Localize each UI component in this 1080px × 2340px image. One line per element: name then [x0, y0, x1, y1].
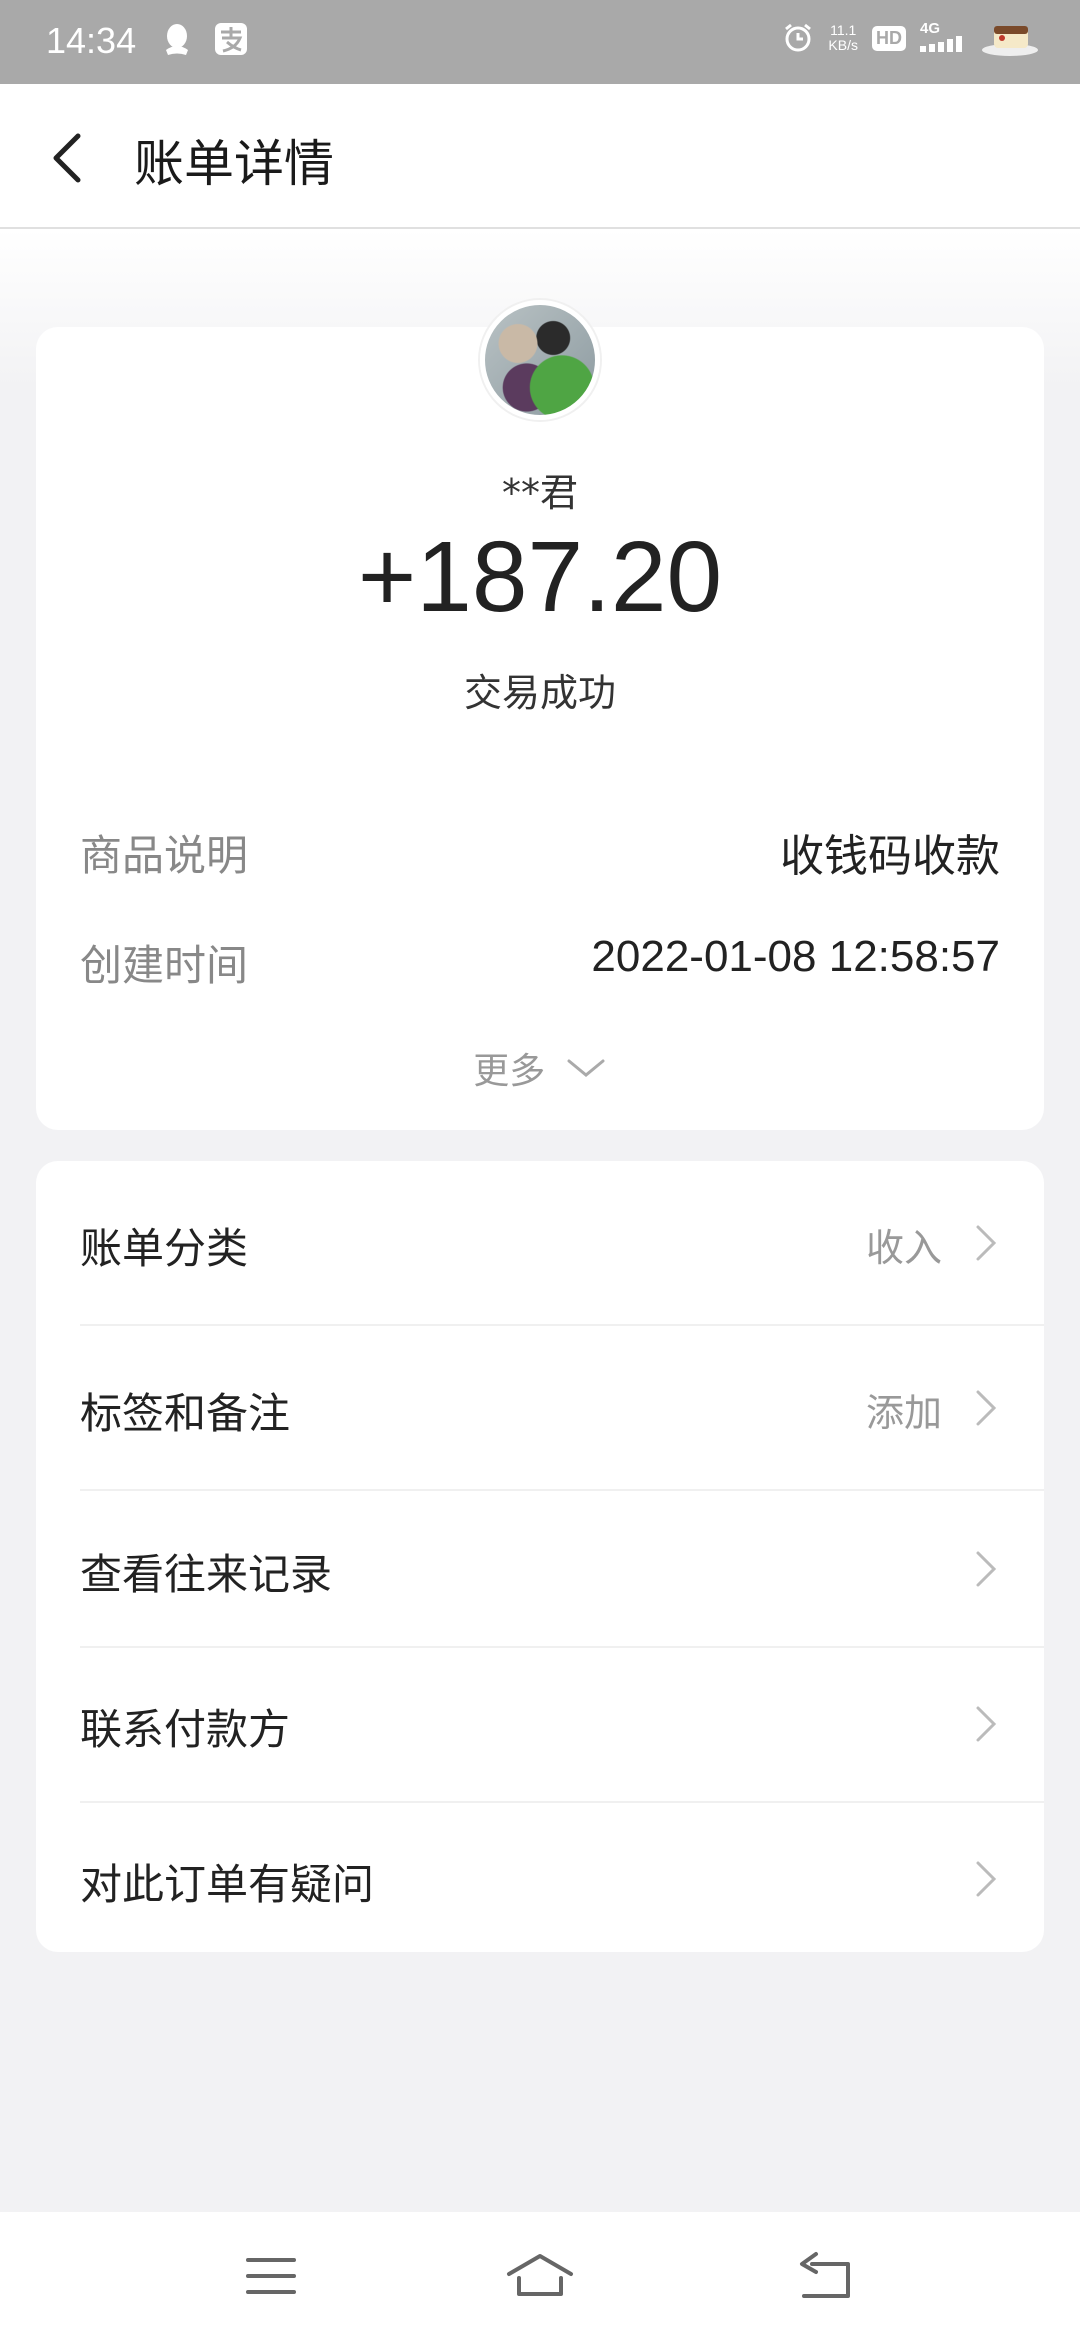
summary-card [36, 327, 1044, 1130]
menu-item-label: 标签和备注 [80, 1389, 291, 1438]
menu-item-label: 查看往来记录 [80, 1550, 333, 1599]
net-speed: 11.1 KB/s [828, 23, 858, 53]
menu-item-value: 收入 [865, 1226, 942, 1270]
status-left-icons [162, 22, 248, 58]
chevron-right-icon [976, 1706, 997, 1742]
chevron-down-icon [567, 1059, 605, 1077]
detail-label-created-time: 创建时间 [80, 941, 249, 990]
menu-item-label: 联系付款方 [80, 1705, 291, 1754]
more-button[interactable]: 更多 [0, 1042, 1080, 1094]
chevron-right-icon [976, 1225, 997, 1261]
detail-value-description: 收钱码收款 [780, 831, 1000, 882]
chevron-right-icon [976, 1390, 997, 1426]
alarm-icon [785, 23, 812, 52]
avatar[interactable] [480, 300, 600, 420]
net-speed-value: 11.1 [830, 22, 857, 38]
more-label: 更多 [473, 1051, 546, 1092]
back-nav-icon[interactable] [790, 2246, 860, 2306]
alipay-icon [215, 23, 247, 55]
detail-label-description: 商品说明 [80, 831, 249, 880]
status-time: 14:34 [46, 20, 137, 61]
signal-icon [920, 35, 962, 52]
net-speed-unit: KB/s [828, 37, 858, 53]
system-nav-bar [0, 2212, 1080, 2340]
network-type: 4G [920, 19, 941, 37]
payer-name: **君 [501, 471, 578, 515]
status-right: 11.1 KB/s HD 4G [782, 18, 1040, 58]
app-header: 账单详情 [0, 84, 1080, 229]
menu-icon[interactable] [236, 2246, 306, 2306]
menu-item-order-question[interactable]: 对此订单有疑问 [36, 1803, 1044, 1951]
page-title: 账单详情 [134, 135, 334, 193]
qq-icon [166, 24, 188, 55]
detail-value-created-time: 2022-01-08 12:58:57 [591, 932, 1000, 981]
status-bar: 14:34 11.1 KB/s HD 4G [0, 0, 1080, 84]
menu-item-contact-payer[interactable]: 联系付款方 [36, 1648, 1044, 1802]
menu-item-bill-category[interactable]: 账单分类 收入 [36, 1161, 1044, 1325]
home-icon[interactable] [505, 2246, 575, 2306]
menu-item-label: 对此订单有疑问 [80, 1860, 375, 1909]
menu-item-tags-notes[interactable]: 标签和备注 添加 [36, 1326, 1044, 1490]
transaction-status: 交易成功 [463, 671, 616, 715]
menu-item-label: 账单分类 [80, 1224, 249, 1273]
chevron-right-icon [976, 1551, 997, 1587]
back-icon[interactable] [40, 120, 100, 196]
battery-icon [982, 26, 1038, 56]
amount: +187.20 [357, 521, 723, 633]
hd-badge: HD [872, 25, 906, 51]
signal-indicator: 4G [920, 19, 966, 55]
chevron-right-icon [976, 1861, 997, 1897]
menu-item-history[interactable]: 查看往来记录 [36, 1491, 1044, 1647]
menu-item-value: 添加 [865, 1391, 942, 1435]
